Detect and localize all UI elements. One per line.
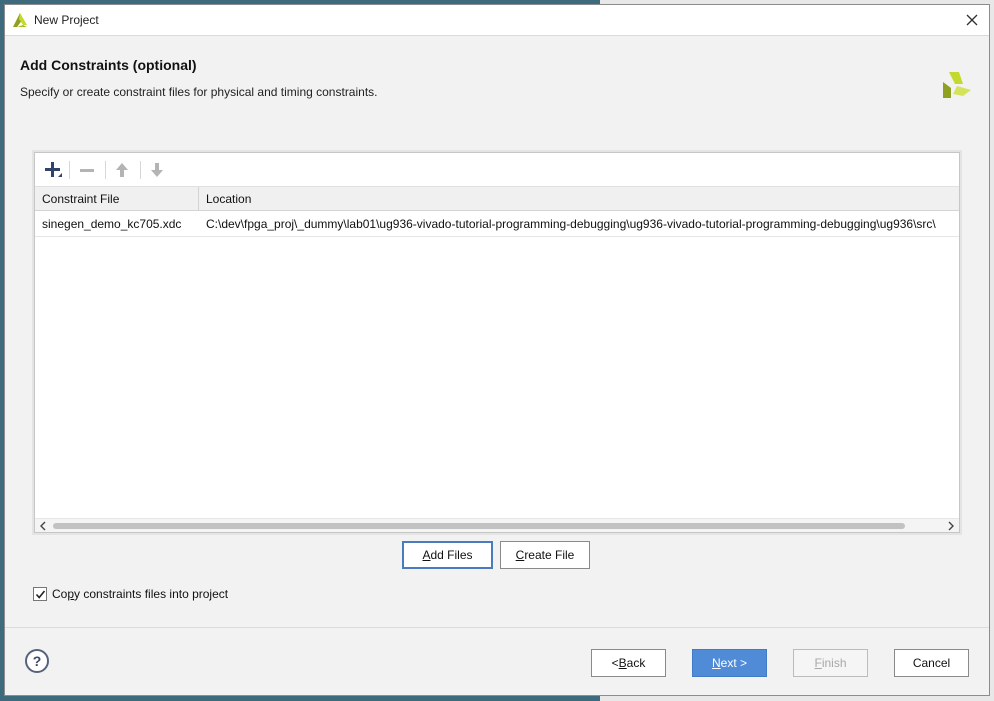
copy-constraints-label: Copy constraints files into project	[52, 587, 228, 601]
remove-icon	[80, 169, 94, 172]
scroll-right-button[interactable]	[945, 520, 957, 532]
toolbar-separator	[105, 161, 106, 179]
back-label: <	[611, 656, 619, 670]
finish-mnemonic: F	[814, 656, 822, 670]
footer-divider	[5, 627, 989, 628]
cancel-button[interactable]: Cancel	[894, 649, 969, 677]
page-title: Add Constraints (optional)	[20, 57, 197, 73]
create-file-mnemonic: C	[515, 548, 525, 562]
table-row[interactable]: sinegen_demo_kc705.xdc C:\dev\fpga_proj\…	[35, 211, 959, 237]
next-label-rest: ext >	[720, 656, 748, 670]
copy-constraints-option[interactable]: Copy constraints files into project	[33, 586, 228, 602]
location-cell: C:\dev\fpga_proj\_dummy\lab01\ug936-viva…	[206, 217, 936, 231]
next-button[interactable]: Next >	[692, 649, 767, 677]
wizard-header: Add Constraints (optional) Specify or cr…	[5, 36, 989, 116]
back-button[interactable]: < Back	[591, 649, 666, 677]
move-down-icon	[151, 163, 163, 177]
remove-button[interactable]	[75, 159, 99, 181]
next-mnemonic: N	[711, 656, 721, 670]
finish-button[interactable]: Finish	[793, 649, 868, 677]
chevron-right-icon	[948, 521, 954, 531]
table-header: Constraint File Location	[35, 187, 959, 211]
finish-label-rest: inish	[821, 656, 847, 670]
toolbar-separator	[140, 161, 141, 179]
chevron-left-icon	[40, 521, 46, 531]
title-bar: New Project	[5, 5, 989, 36]
checkmark-icon	[35, 589, 45, 599]
column-header-constraint-file[interactable]: Constraint File	[35, 187, 199, 211]
vivado-logo-icon	[13, 13, 27, 27]
vivado-logo-icon	[943, 72, 971, 98]
move-up-button[interactable]	[110, 159, 134, 181]
scroll-left-button[interactable]	[37, 520, 49, 532]
copy-constraints-checkbox[interactable]	[33, 587, 47, 601]
horizontal-scrollbar[interactable]	[35, 518, 959, 532]
constraint-file-cell: sinegen_demo_kc705.xdc	[42, 217, 182, 231]
back-label-rest: ack	[626, 656, 646, 670]
help-button[interactable]: ?	[25, 649, 49, 673]
add-files-label-rest: dd Files	[430, 548, 473, 562]
table-toolbar	[35, 153, 959, 187]
copy-label-start: Co	[52, 587, 68, 601]
copy-label-rest: y constraints files into project	[74, 587, 229, 601]
column-header-location[interactable]: Location	[199, 187, 959, 211]
new-project-dialog: New Project Add Constraints (optional) S…	[4, 4, 990, 696]
add-files-button[interactable]: Add Files	[402, 541, 493, 569]
toolbar-separator	[69, 161, 70, 179]
back-mnemonic: B	[618, 656, 627, 670]
move-up-icon	[116, 163, 128, 177]
create-file-label-rest: reate File	[524, 548, 575, 562]
close-icon	[966, 14, 978, 26]
scrollbar-thumb[interactable]	[53, 523, 905, 529]
add-files-mnemonic: A	[422, 548, 431, 562]
page-subtitle: Specify or create constraint files for p…	[20, 85, 378, 99]
move-down-button[interactable]	[145, 159, 169, 181]
close-button[interactable]	[963, 11, 981, 29]
constraints-table-panel: Constraint File Location sinegen_demo_kc…	[32, 150, 962, 535]
add-button[interactable]	[41, 159, 65, 181]
window-title: New Project	[34, 13, 99, 27]
create-file-button[interactable]: Create File	[500, 541, 590, 569]
add-icon	[45, 162, 62, 177]
